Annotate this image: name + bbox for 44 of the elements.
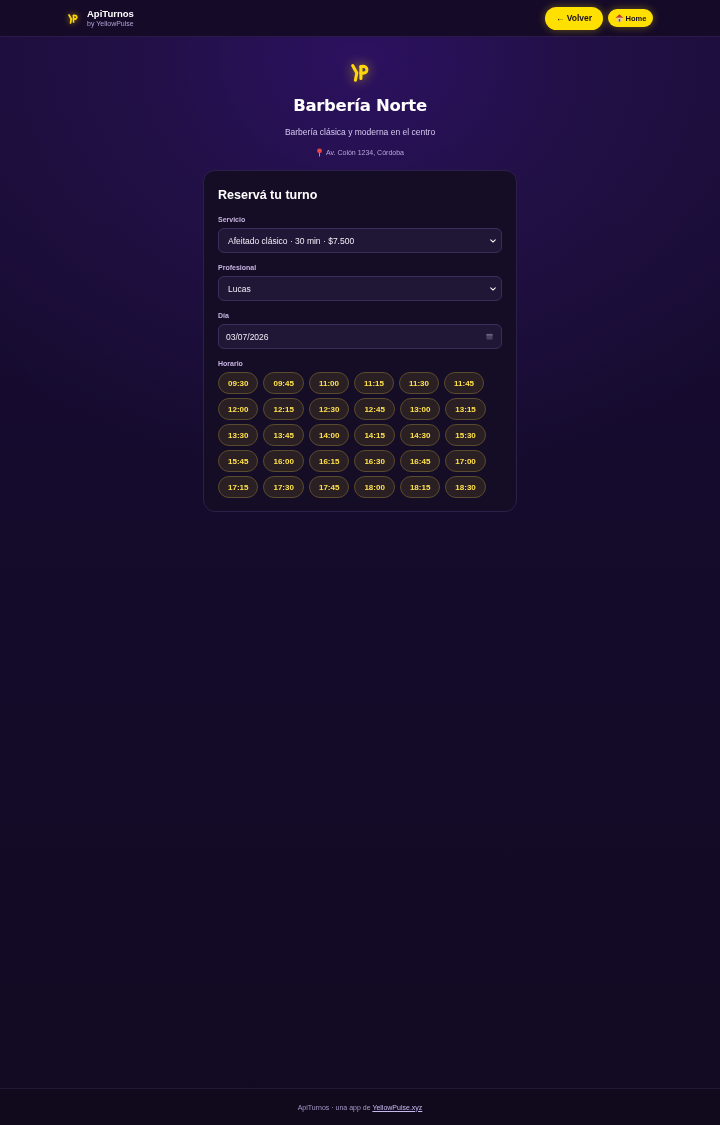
time-slot-button[interactable]: 13:15: [445, 398, 486, 420]
chevron-down-icon: [490, 286, 496, 291]
pin-icon: [316, 148, 323, 157]
time-slot-button[interactable]: 12:00: [218, 398, 259, 420]
chevron-down-icon: [490, 238, 496, 243]
time-slot-button[interactable]: 15:30: [445, 424, 486, 446]
time-slot-button[interactable]: 17:15: [218, 476, 259, 498]
time-slot-button[interactable]: 09:30: [218, 372, 259, 394]
date-field[interactable]: 03/07/2026: [218, 324, 502, 349]
time-slot-button[interactable]: 14:15: [354, 424, 395, 446]
time-slot-button[interactable]: 14:30: [399, 424, 441, 446]
time-slot-button[interactable]: 11:00: [308, 372, 349, 394]
time-slot-button[interactable]: 13:45: [263, 424, 304, 446]
time-slot-button[interactable]: 13:30: [218, 424, 259, 446]
time-slot-button[interactable]: 16:00: [263, 450, 304, 472]
calendar-icon: [486, 333, 493, 340]
business-description: Barbería clásica y moderna en el centro: [284, 127, 436, 138]
back-button[interactable]: ← Volver: [545, 6, 603, 30]
logo-icon: [67, 11, 79, 25]
time-slot-button[interactable]: 09:45: [263, 372, 304, 394]
time-slot-button[interactable]: 17:45: [308, 476, 350, 498]
time-slot-button[interactable]: 11:30: [399, 372, 440, 394]
business-name: Barbería Norte: [293, 96, 427, 116]
time-slot-button[interactable]: 18:30: [445, 476, 486, 498]
time-slot-button[interactable]: 12:15: [263, 398, 304, 420]
select-field[interactable]: Afeitado clásico · 30 min · $7.500: [218, 228, 502, 253]
time-slot-button[interactable]: 14:00: [308, 424, 350, 446]
time-slot-button[interactable]: 12:30: [308, 398, 350, 420]
time-slot-button[interactable]: 18:15: [399, 476, 441, 498]
time-slot-button[interactable]: 17:30: [263, 476, 304, 498]
time-slot-button[interactable]: 15:45: [218, 450, 259, 472]
form-title: Reservá tu turno: [218, 187, 319, 203]
time-slot-button[interactable]: 16:45: [399, 450, 441, 472]
time-slot-button[interactable]: 11:15: [353, 372, 394, 394]
time-slot-button[interactable]: 16:30: [354, 450, 395, 472]
brand-name: ApiTurnos: [87, 9, 134, 19]
time-slot-button[interactable]: 17:00: [445, 450, 486, 472]
house-icon: [614, 14, 624, 22]
time-slot-button[interactable]: 11:45: [444, 372, 485, 394]
time-slot-button[interactable]: 18:00: [354, 476, 395, 498]
select-field[interactable]: Lucas: [218, 276, 502, 301]
time-slot-button[interactable]: 13:00: [399, 398, 441, 420]
time-slot-button[interactable]: 12:45: [354, 398, 395, 420]
time-slot-button[interactable]: 16:15: [308, 450, 350, 472]
